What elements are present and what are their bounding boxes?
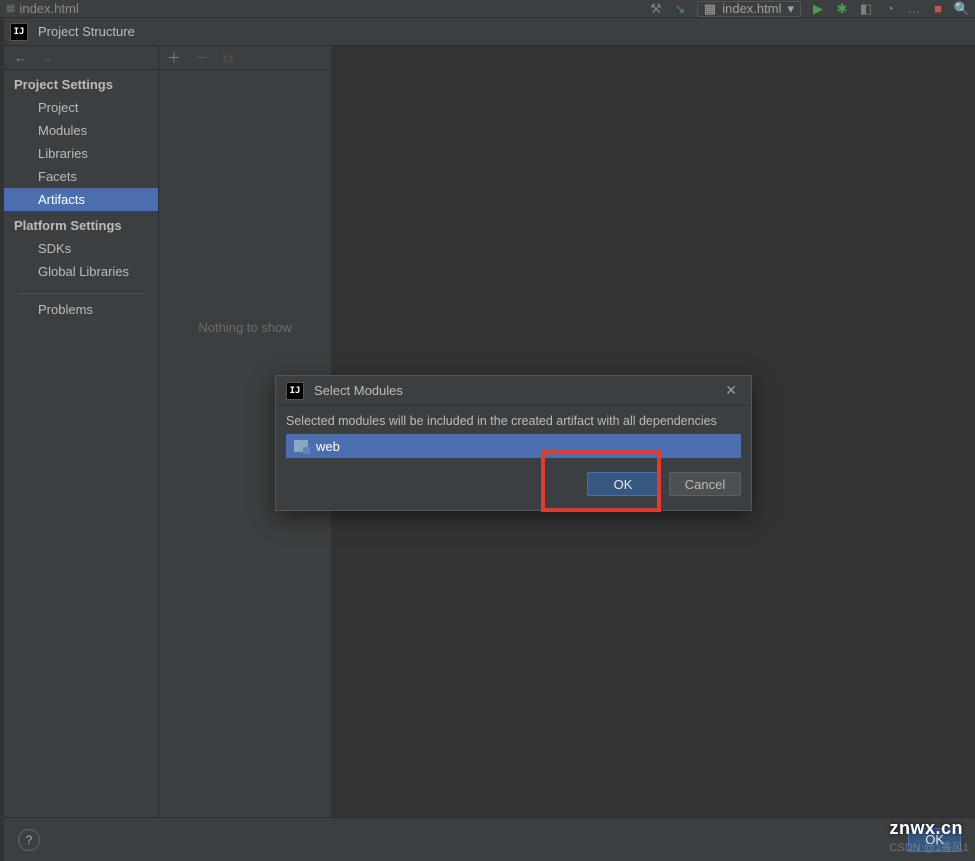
select-modules-dialog: IJ Select Modules ✕ Selected modules wil… [275, 375, 752, 511]
run-config-dropdown[interactable]: ▦ index.html ▾ [697, 1, 801, 17]
help-icon[interactable]: ? [18, 829, 40, 851]
sidebar-item-project[interactable]: Project [4, 96, 158, 119]
dialog-cancel-label: Cancel [685, 477, 725, 492]
sidebar-item-global-libraries[interactable]: Global Libraries [4, 260, 158, 283]
dialog-ok-button[interactable]: OK [587, 472, 659, 496]
editor-tab[interactable]: ▦ index.html [6, 1, 79, 16]
profiler-icon[interactable]: ◔ [883, 2, 897, 16]
editor-tab-label: index.html [19, 1, 78, 16]
build-icon[interactable]: ⚒ [649, 2, 663, 16]
chevron-down-icon: ▾ [787, 1, 794, 17]
ide-toolbar-right: ⚒ ↘ ▦ index.html ▾ ▶ ✱ ◧ ◔ … ■ 🔍 [649, 1, 969, 17]
window-titlebar: IJ Project Structure [4, 18, 975, 46]
coverage-icon[interactable]: ◧ [859, 2, 873, 16]
ide-background: ▦ index.html ⚒ ↘ ▦ index.html ▾ ▶ ✱ ◧ ◔ … [0, 0, 975, 861]
sidebar-item-modules[interactable]: Modules [4, 119, 158, 142]
sidebar-divider [18, 293, 144, 294]
artifacts-toolbar: ＋ － ⧉ [159, 46, 331, 70]
run-config-label: index.html [722, 1, 781, 16]
search-icon[interactable]: 🔍 [955, 2, 969, 16]
sidebar-item-libraries[interactable]: Libraries [4, 142, 158, 165]
window-title: Project Structure [38, 24, 135, 39]
dialog-titlebar: IJ Select Modules ✕ [276, 376, 751, 406]
empty-text: Nothing to show [198, 320, 291, 335]
module-folder-icon [294, 440, 308, 452]
dialog-description: Selected modules will be included in the… [276, 406, 751, 434]
module-item-web[interactable]: web [286, 434, 741, 458]
dialog-ok-label: OK [614, 477, 633, 492]
close-icon[interactable]: ✕ [721, 380, 741, 401]
intellij-icon: IJ [10, 23, 28, 41]
module-list: web [286, 434, 741, 458]
nav-forward-icon[interactable]: → [41, 50, 54, 65]
html-file-icon: ▦ [6, 3, 15, 14]
sidebar-item-artifacts[interactable]: Artifacts [4, 188, 158, 211]
add-icon[interactable]: ＋ [167, 51, 181, 65]
watermark: znwx.cn [889, 818, 963, 839]
intellij-icon: IJ [286, 382, 304, 400]
remove-icon[interactable]: － [195, 51, 209, 65]
sidebar-nav: ← → [4, 46, 158, 70]
sidebar-item-problems[interactable]: Problems [4, 298, 158, 321]
sidebar-section-platform-settings: Platform Settings [4, 211, 158, 237]
more-icon[interactable]: … [907, 2, 921, 16]
hammer-icon[interactable]: ↘ [673, 2, 687, 16]
ide-topbar: ▦ index.html ⚒ ↘ ▦ index.html ▾ ▶ ✱ ◧ ◔ … [0, 0, 975, 18]
debug-icon[interactable]: ✱ [835, 2, 849, 16]
sidebar-item-facets[interactable]: Facets [4, 165, 158, 188]
dialog-title: Select Modules [314, 383, 403, 398]
run-icon[interactable]: ▶ [811, 2, 825, 16]
sidebar-section-project-settings: Project Settings [4, 70, 158, 96]
csdn-watermark: CSDN @1等风1 [889, 839, 969, 855]
module-item-label: web [316, 439, 340, 454]
run-config-icon: ▦ [704, 1, 716, 17]
stop-icon[interactable]: ■ [931, 2, 945, 16]
sidebar: ← → Project Settings Project Modules Lib… [4, 46, 159, 817]
window-footer: ? OK [4, 817, 975, 861]
sidebar-item-sdks[interactable]: SDKs [4, 237, 158, 260]
dialog-cancel-button[interactable]: Cancel [669, 472, 741, 496]
copy-icon[interactable]: ⧉ [223, 51, 233, 65]
nav-back-icon[interactable]: ← [14, 50, 27, 65]
dialog-actions: OK Cancel [276, 458, 751, 510]
